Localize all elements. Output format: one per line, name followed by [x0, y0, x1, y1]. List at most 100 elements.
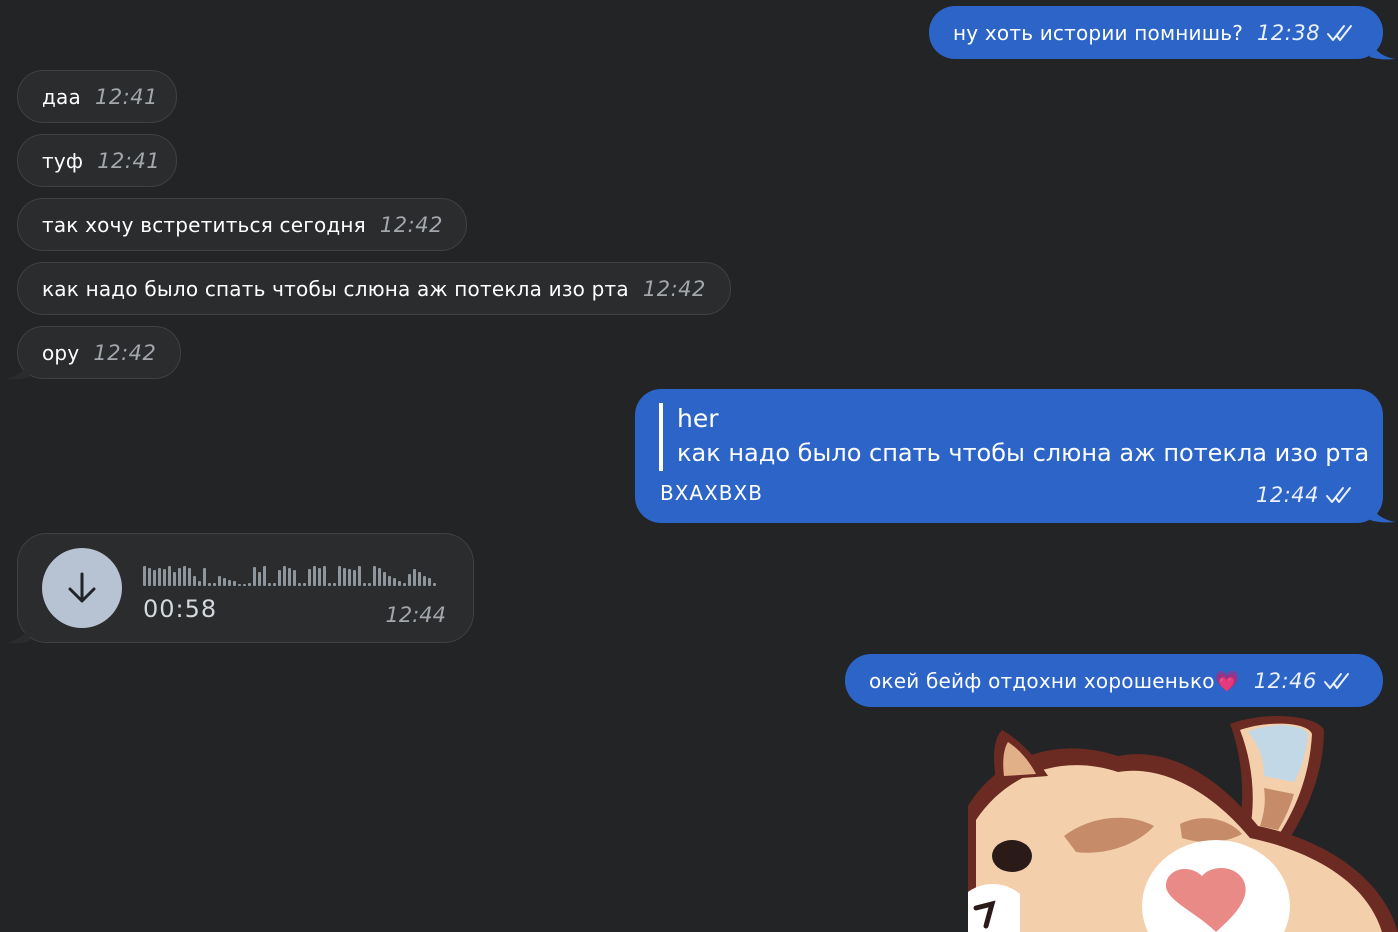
waveform-bar: [188, 568, 191, 586]
incoming-message[interactable]: туф 12:41: [17, 134, 177, 187]
waveform-bar: [303, 583, 306, 586]
waveform-bar: [428, 578, 431, 586]
waveform-bar: [213, 583, 216, 586]
message-time: 12:42: [379, 212, 443, 237]
message-time: 12:44: [1255, 483, 1319, 507]
waveform-bar: [168, 566, 171, 586]
incoming-message[interactable]: ору 12:42: [17, 326, 181, 379]
message-text: окей бейф отдохни хорошенько: [869, 668, 1215, 693]
waveform-bar: [328, 583, 331, 586]
waveform-bar: [278, 570, 281, 586]
waveform-bar: [373, 566, 376, 586]
double-check-icon: [1326, 24, 1356, 42]
waveform-bar: [358, 566, 361, 586]
waveform-bar: [198, 581, 201, 586]
waveform-bar: [353, 570, 356, 586]
waveform-bar: [388, 576, 391, 586]
bubble-tail: [4, 360, 30, 380]
waveform-bar: [363, 583, 366, 586]
waveform-bar: [378, 568, 381, 586]
waveform-bar: [408, 574, 411, 586]
message-time: 12:46: [1253, 668, 1317, 693]
heart-emoji: 💗: [1214, 668, 1240, 693]
waveform-bar: [228, 580, 231, 586]
message-text: ВХАХВХВ: [660, 481, 763, 505]
waveform-bar: [178, 568, 181, 586]
waveform-bar: [193, 576, 196, 586]
message-meta: 12:44: [1256, 483, 1355, 507]
cat-sticker-image[interactable]: [968, 716, 1398, 932]
waveform-bar: [208, 583, 211, 586]
waveform-bar: [418, 572, 421, 586]
waveform-bar: [158, 568, 161, 586]
waveform-bar: [403, 583, 406, 586]
waveform-bar: [183, 566, 186, 586]
waveform-bar: [148, 568, 151, 586]
waveform-bar: [313, 566, 316, 586]
waveform-bar: [433, 583, 436, 586]
waveform-bar: [143, 566, 146, 586]
message-time: 12:41: [94, 84, 158, 109]
waveform-bar: [298, 583, 301, 586]
waveform-bar: [323, 566, 326, 586]
waveform-bar: [398, 581, 401, 586]
waveform-bar: [203, 568, 206, 586]
waveform-bar: [423, 576, 426, 586]
download-button[interactable]: [42, 548, 122, 628]
waveform-bar: [248, 583, 251, 586]
waveform-bar: [153, 570, 156, 586]
message-time: 12:42: [642, 276, 706, 301]
waveform-bar: [293, 570, 296, 586]
message-text: ну хоть истории помнишь?: [953, 20, 1244, 45]
reply-quoted-text: как надо было спать чтобы слюна аж потек…: [677, 439, 1370, 467]
message-time: 12:44: [385, 603, 446, 627]
bubble-tail: [1370, 503, 1396, 523]
waveform-bar: [308, 569, 311, 586]
waveform-bar: [333, 583, 336, 586]
message-time: 12:38: [1257, 20, 1321, 45]
waveform-bar: [273, 583, 276, 586]
bubble-tail: [1370, 40, 1396, 60]
waveform-bar: [233, 581, 236, 586]
waveform-bar: [393, 578, 396, 586]
voice-duration: 00:58: [143, 595, 218, 623]
chat-view: ну хоть истории помнишь? 12:38 даа 12:41…: [0, 0, 1398, 932]
waveform-bar: [268, 583, 271, 586]
outgoing-reply-message[interactable]: her как надо было спать чтобы слюна аж п…: [635, 389, 1383, 523]
waveform-bar: [343, 568, 346, 586]
message-text: ору: [42, 340, 80, 365]
message-text: как надо было спать чтобы слюна аж потек…: [42, 276, 629, 301]
waveform-bar: [173, 572, 176, 586]
waveform-bar: [253, 567, 256, 586]
waveform-bar: [263, 566, 266, 586]
voice-waveform[interactable]: [143, 562, 443, 586]
outgoing-message[interactable]: ну хоть истории помнишь? 12:38: [929, 6, 1383, 59]
reply-quote[interactable]: her как надо было спать чтобы слюна аж п…: [659, 403, 1369, 471]
incoming-message[interactable]: даа 12:41: [17, 70, 177, 123]
waveform-bar: [258, 572, 261, 586]
message-time: 12:41: [97, 148, 161, 173]
waveform-bar: [383, 572, 386, 586]
voice-message[interactable]: 00:58 12:44: [17, 533, 474, 643]
waveform-bar: [318, 568, 321, 586]
waveform-bar: [368, 583, 371, 586]
outgoing-message[interactable]: окей бейф отдохни хорошенько 💗 12:46: [845, 654, 1383, 707]
message-text: так хочу встретиться сегодня: [42, 212, 366, 237]
waveform-bar: [223, 578, 226, 586]
message-text: даа: [42, 84, 81, 109]
message-text: туф: [42, 148, 84, 173]
double-check-icon: [1323, 672, 1353, 690]
reply-author: her: [677, 404, 719, 433]
waveform-bar: [413, 569, 416, 586]
waveform-bar: [238, 584, 241, 586]
message-time: 12:42: [93, 340, 157, 365]
bubble-tail: [4, 624, 30, 644]
waveform-bar: [288, 568, 291, 586]
waveform-bar: [348, 569, 351, 586]
double-check-icon: [1325, 486, 1355, 504]
incoming-message[interactable]: как надо было спать чтобы слюна аж потек…: [17, 262, 731, 315]
waveform-bar: [338, 566, 341, 586]
incoming-message[interactable]: так хочу встретиться сегодня 12:42: [17, 198, 467, 251]
waveform-bar: [283, 566, 286, 586]
waveform-bar: [163, 569, 166, 586]
